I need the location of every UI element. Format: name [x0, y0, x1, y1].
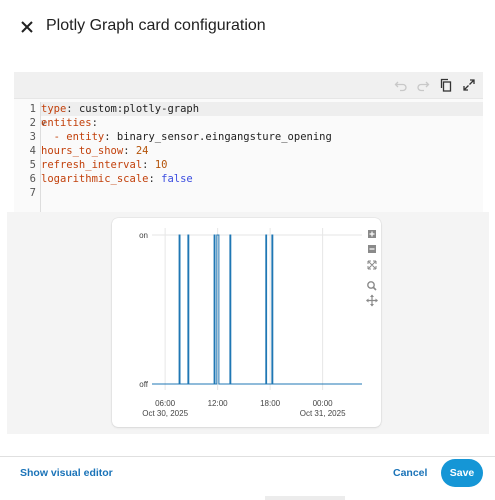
- dialog-title: Plotly Graph card configuration: [46, 17, 266, 34]
- line-number: 4: [29, 145, 36, 157]
- expand-icon: [463, 79, 475, 91]
- footer-divider: [0, 456, 495, 457]
- x-tick-label: 12:00: [208, 399, 229, 408]
- code-line[interactable]: refresh_interval: 10: [41, 158, 483, 172]
- undo-icon: [394, 81, 407, 92]
- redo-button[interactable]: [414, 76, 432, 94]
- bottom-handle: [265, 496, 345, 500]
- code-line[interactable]: type: custom:plotly-graph: [41, 102, 483, 116]
- zoom-in-box-icon: [368, 230, 376, 238]
- editor-toolbar: [14, 72, 483, 99]
- fullscreen-button[interactable]: [460, 76, 478, 94]
- dialog-header: Plotly Graph card configuration: [0, 0, 495, 54]
- code-line[interactable]: hours_to_show: 24: [41, 144, 483, 158]
- zoom-out-box-icon: [368, 245, 376, 253]
- series-line: [152, 234, 362, 385]
- plotly-graph-card: on off 06:00 Oct 30, 2025 12:00 18:00 00:00 Oct…: [112, 218, 381, 427]
- line-number: 6: [29, 173, 36, 185]
- code-line[interactable]: - entity: binary_sensor.eingangsture_ope…: [41, 130, 483, 144]
- code-line[interactable]: logarithmic_scale: false: [41, 172, 483, 186]
- code-area[interactable]: 1 2v 3 4 5 6 7 type: custom:plotly-graph…: [14, 102, 483, 212]
- line-number: 2v: [29, 117, 46, 129]
- copy-button[interactable]: [437, 76, 455, 94]
- plot-svg[interactable]: on off 06:00Oct 30, 2025 12:00 18:00 00:00Oct…: [112, 218, 381, 427]
- close-button[interactable]: [14, 14, 40, 40]
- code-line[interactable]: entities:: [41, 116, 483, 130]
- yaml-editor: 1 2v 3 4 5 6 7 type: custom:plotly-graph…: [14, 72, 483, 212]
- x-tick-date-label: Oct 31, 2025: [300, 409, 346, 418]
- x-tick-date-label: Oct 30, 2025: [142, 409, 188, 418]
- cancel-button[interactable]: Cancel: [393, 467, 427, 479]
- x-tick-label: 06:00: [155, 399, 176, 408]
- save-button[interactable]: Save: [441, 459, 483, 487]
- copy-icon: [440, 78, 452, 92]
- show-visual-editor-button[interactable]: Show visual editor: [20, 467, 113, 479]
- autoscale-icon: [367, 260, 377, 270]
- redo-icon: [417, 81, 430, 92]
- code-lines[interactable]: type: custom:plotly-graph entities: - en…: [41, 102, 483, 200]
- y-tick-label: on: [139, 231, 148, 240]
- pan-icon: [366, 294, 378, 307]
- close-icon: [21, 21, 33, 33]
- zoom-icon: [367, 281, 377, 291]
- undo-button[interactable]: [392, 76, 410, 94]
- x-tick-label: 00:00: [313, 399, 334, 408]
- line-number: 1: [29, 103, 36, 115]
- line-number: 7: [29, 187, 36, 199]
- y-tick-label: off: [139, 380, 149, 389]
- line-gutter: 1 2v 3 4 5 6 7: [14, 102, 46, 212]
- code-line[interactable]: [41, 186, 483, 200]
- line-number: 5: [29, 159, 36, 171]
- line-number: 3: [29, 131, 36, 143]
- x-tick-label: 18:00: [260, 399, 281, 408]
